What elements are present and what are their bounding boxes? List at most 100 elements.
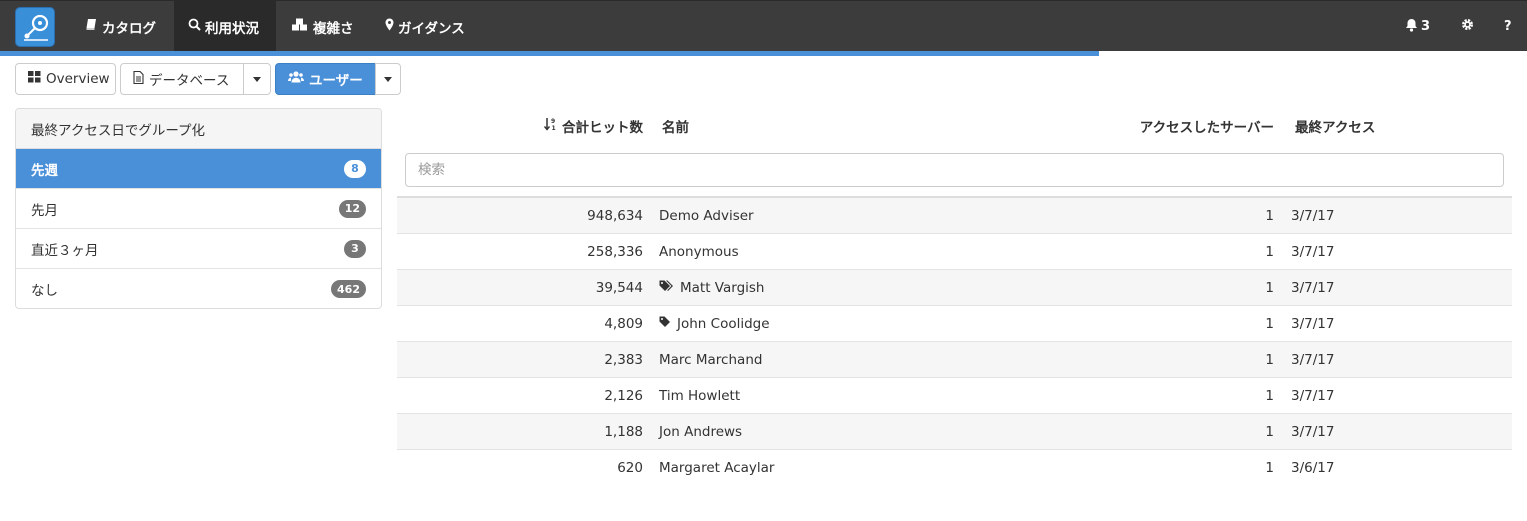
cell-last-access: 3/7/17 <box>1291 315 1335 332</box>
help-label: ? <box>1504 19 1512 34</box>
user-name[interactable]: Margaret Acaylar <box>659 460 774 476</box>
count-badge: 462 <box>331 280 366 298</box>
notifications-count: 3 <box>1421 19 1431 34</box>
table-row[interactable]: 620 Margaret Acaylar 1 3/6/17 <box>397 450 1512 486</box>
gear-icon <box>1461 18 1474 35</box>
cell-name: Marc Marchand <box>659 342 762 377</box>
column-header-hits-label: 合計ヒット数 <box>562 120 643 136</box>
user-name[interactable]: Tim Howlett <box>659 388 740 404</box>
search-input[interactable] <box>405 153 1504 187</box>
cell-last-access: 3/7/17 <box>1291 423 1335 440</box>
cell-last-access: 3/7/17 <box>1291 387 1335 404</box>
cell-last-access: 3/7/17 <box>1291 207 1335 224</box>
group-by-panel: 最終アクセス日でグループ化 先週 8 先月 12 直近３ヶ月 3 なし 462 <box>15 108 382 309</box>
nav-guidance-label: ガイダンス <box>398 20 465 37</box>
table-row[interactable]: 2,383 Marc Marchand 1 3/7/17 <box>397 342 1512 378</box>
settings-button[interactable] <box>1461 1 1474 52</box>
cell-servers: 1 <box>1265 351 1274 368</box>
notifications-button[interactable]: 3 <box>1405 1 1430 52</box>
loading-progress-bar <box>0 51 1527 56</box>
group-item[interactable]: 先週 8 <box>16 149 381 189</box>
group-item[interactable]: なし 462 <box>16 269 381 308</box>
bell-icon <box>1405 18 1418 36</box>
table-row[interactable]: 2,126 Tim Howlett 1 3/7/17 <box>397 378 1512 414</box>
cell-hits: 4,809 <box>604 315 643 332</box>
column-header-name[interactable]: 名前 <box>662 108 689 144</box>
count-badge: 3 <box>344 239 366 258</box>
column-header-hits[interactable]: 91 合計ヒット数 <box>397 108 643 144</box>
users-icon <box>288 71 304 87</box>
group-item-label: なし <box>31 283 58 299</box>
user-name[interactable]: Anonymous <box>659 244 739 260</box>
cell-servers: 1 <box>1265 423 1274 440</box>
group-item[interactable]: 先月 12 <box>16 189 381 229</box>
cell-hits: 1,188 <box>604 423 643 440</box>
group-item-label: 直近３ヶ月 <box>31 242 99 259</box>
cell-name: John Coolidge <box>659 306 770 341</box>
cell-last-access: 3/7/17 <box>1291 351 1335 368</box>
document-icon <box>133 70 144 88</box>
app-logo[interactable] <box>15 7 55 47</box>
cell-name: Matt Vargish <box>659 270 764 305</box>
logo-icon <box>24 14 49 41</box>
table-row[interactable]: 4,809 John Coolidge 1 3/7/17 <box>397 306 1512 342</box>
tag-icon <box>659 316 671 332</box>
database-button[interactable]: データベース <box>120 63 244 95</box>
column-header-servers[interactable]: アクセスしたサーバー <box>1097 108 1274 144</box>
user-name[interactable]: Jon Andrews <box>659 424 742 440</box>
cell-hits: 39,544 <box>595 279 643 296</box>
grid-icon <box>28 71 41 87</box>
user-name[interactable]: Marc Marchand <box>659 352 762 368</box>
map-marker-icon <box>385 18 394 35</box>
nav-guidance[interactable]: ガイダンス <box>371 1 479 52</box>
cubes-icon <box>291 18 309 35</box>
group-by-title: 最終アクセス日でグループ化 <box>31 122 206 139</box>
nav-catalog-label: カタログ <box>102 20 156 37</box>
column-header-last-access[interactable]: 最終アクセス <box>1295 108 1375 144</box>
cell-servers: 1 <box>1265 279 1274 296</box>
cell-hits: 2,126 <box>604 387 643 404</box>
table-row[interactable]: 39,544 Matt Vargish 1 3/7/17 <box>397 270 1512 306</box>
overview-button[interactable]: Overview <box>15 63 116 95</box>
group-item-label: 先月 <box>31 202 58 219</box>
group-list: 先週 8 先月 12 直近３ヶ月 3 なし 462 <box>16 149 381 308</box>
users-button[interactable]: ユーザー <box>275 63 376 95</box>
cell-last-access: 3/7/17 <box>1291 279 1335 296</box>
cell-name: Tim Howlett <box>659 378 740 413</box>
nav-complexity-label: 複雑さ <box>313 20 354 37</box>
column-header-last-access-label: 最終アクセス <box>1295 120 1376 136</box>
group-item-label: 先週 <box>31 162 58 179</box>
caret-down-icon <box>253 76 261 82</box>
table-row[interactable]: 258,336 Anonymous 1 3/7/17 <box>397 234 1512 270</box>
users-label: ユーザー <box>309 73 363 89</box>
column-header-servers-label: アクセスしたサーバー <box>1139 120 1274 136</box>
table-header: 91 合計ヒット数 名前 アクセスしたサーバー 最終アクセス <box>397 108 1512 144</box>
user-name[interactable]: Matt Vargish <box>680 280 764 296</box>
count-badge: 8 <box>344 159 366 178</box>
group-item[interactable]: 直近３ヶ月 3 <box>16 229 381 269</box>
cell-name: Margaret Acaylar <box>659 450 774 485</box>
nav-usage[interactable]: 利用状況 <box>174 1 276 52</box>
database-dropdown-toggle[interactable] <box>243 63 271 95</box>
cell-servers: 1 <box>1265 387 1274 404</box>
top-navbar: カタログ 利用状況 複雑さ ガイダンス 3 ? <box>0 0 1527 52</box>
caret-down-icon <box>384 76 392 82</box>
users-dropdown-toggle[interactable] <box>375 63 401 95</box>
sort-numeric-desc-icon: 91 <box>543 117 558 135</box>
cell-name: Demo Adviser <box>659 198 754 233</box>
table-row[interactable]: 948,634 Demo Adviser 1 3/7/17 <box>397 198 1512 234</box>
cell-hits: 620 <box>617 459 643 476</box>
help-button[interactable]: ? <box>1504 1 1512 52</box>
cell-servers: 1 <box>1265 243 1274 260</box>
table-row[interactable]: 1,188 Jon Andrews 1 3/7/17 <box>397 414 1512 450</box>
cell-hits: 2,383 <box>604 351 643 368</box>
user-name[interactable]: Demo Adviser <box>659 208 754 224</box>
count-badge: 12 <box>338 199 366 218</box>
nav-complexity[interactable]: 複雑さ <box>277 1 368 52</box>
group-by-heading: 最終アクセス日でグループ化 <box>16 109 381 149</box>
nav-catalog[interactable]: カタログ <box>72 1 170 52</box>
user-name[interactable]: John Coolidge <box>677 316 770 332</box>
cell-servers: 1 <box>1265 459 1274 476</box>
nav-usage-label: 利用状況 <box>205 20 259 37</box>
tags-icon <box>659 280 674 296</box>
